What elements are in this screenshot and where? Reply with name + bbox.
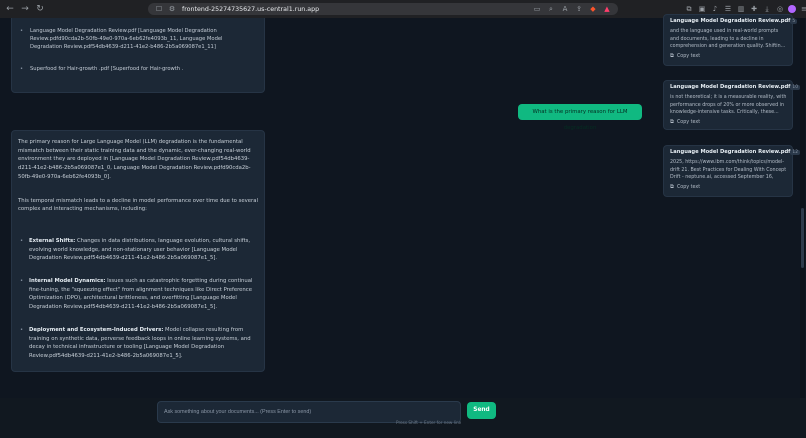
- user-message: What is the primary reason for LLM degra…: [518, 104, 642, 131]
- copy-icon: ⧉: [670, 119, 674, 125]
- back-icon[interactable]: ←: [4, 3, 16, 15]
- copy-text-button[interactable]: ⧉ Copy text: [670, 119, 787, 126]
- bullet-title: Internal Model Dynamics:: [29, 278, 106, 285]
- source-card-snippet: 2025, https://www.ibm.com/think/topics/m…: [670, 160, 787, 181]
- source-card-badge: 5: [790, 18, 798, 24]
- source-card: Language Model Degradation Review.pdf 5 …: [663, 14, 798, 66]
- bookmark-icon[interactable]: ☐: [154, 4, 164, 14]
- answer-paragraph: This temporal mismatch leads to a declin…: [18, 197, 258, 213]
- source-card: Language Model Degradation Review.pdf 10…: [663, 80, 801, 130]
- scrollbar-thumb[interactable]: [801, 208, 804, 268]
- url-text: frontend-25274735627.us-central1.run.app: [182, 5, 320, 13]
- source-card: Language Model Degradation Review.pdf 12…: [663, 145, 801, 197]
- source-card-badge: 10: [790, 84, 801, 90]
- translate-icon[interactable]: A: [560, 4, 570, 14]
- copy-text-label: Copy text: [676, 185, 701, 190]
- brave-shield-icon[interactable]: ◆: [588, 4, 598, 14]
- answer-bullet-list: External Shifts: Changes in data distrib…: [18, 237, 258, 361]
- send-button[interactable]: Send: [467, 402, 496, 419]
- list-item: Deployment and Ecosystem-Induced Drivers…: [18, 326, 258, 361]
- source-list-item: Superfood for Hair-growth .pdf [Superfoo…: [20, 65, 256, 73]
- source-card-snippet: is not theoretical; it is a measurable r…: [670, 95, 787, 116]
- copy-icon: ⧉: [670, 184, 674, 190]
- source-card-title: Language Model Degradation Review.pdf: [670, 84, 791, 90]
- source-card-title: Language Model Degradation Review.pdf: [670, 18, 791, 24]
- zoom-icon[interactable]: ⌕: [546, 4, 556, 14]
- input-hint: Press Shift + Enter for new line: [396, 420, 462, 425]
- source-card-title: Language Model Degradation Review.pdf: [670, 149, 791, 155]
- source-list-item: Language Model Degradation Review.pdf [L…: [20, 27, 256, 51]
- source-card-snippet: and the language used in real-world prom…: [670, 29, 786, 50]
- share-icon[interactable]: ⇪: [574, 4, 584, 14]
- brave-rewards-icon[interactable]: ▲: [602, 4, 612, 14]
- copy-text-button[interactable]: ⧉ Copy text: [670, 53, 787, 60]
- forward-icon[interactable]: →: [19, 3, 31, 15]
- copy-text-label: Copy text: [676, 54, 701, 59]
- assistant-message: The primary reason for Large Language Mo…: [11, 130, 265, 372]
- scrollbar[interactable]: [800, 18, 805, 398]
- answer-paragraph: The primary reason for Large Language Mo…: [18, 139, 251, 180]
- copy-text-button[interactable]: ⧉ Copy text: [670, 184, 787, 191]
- message-composer: Send Press Shift + Enter for new line: [0, 398, 806, 438]
- copy-text-label: Copy text: [676, 120, 701, 125]
- profile-avatar[interactable]: [788, 5, 796, 13]
- reload-icon[interactable]: ↻: [34, 3, 46, 15]
- bullet-title: External Shifts:: [29, 237, 76, 244]
- list-item: External Shifts: Changes in data distrib…: [18, 237, 258, 263]
- list-item: Internal Model Dynamics: Issues such as …: [18, 277, 258, 312]
- bullet-title: Deployment and Ecosystem-Induced Drivers…: [29, 326, 164, 333]
- chat-messages: Language Model Degradation Review.pdf [L…: [0, 18, 655, 398]
- sources-panel: Language Model Degradation Review.pdf 5 …: [663, 14, 801, 398]
- site-info-icon[interactable]: ⚙: [167, 4, 177, 14]
- assistant-message-sources: Language Model Degradation Review.pdf [L…: [11, 18, 265, 93]
- source-card-badge: 12: [790, 149, 801, 155]
- copy-icon: ⧉: [670, 53, 674, 59]
- cast-icon[interactable]: ▭: [532, 4, 542, 14]
- address-bar-actions: ▭ ⌕ A ⇪ ◆ ▲: [532, 4, 612, 14]
- menu-icon[interactable]: ≡: [799, 3, 806, 15]
- address-bar[interactable]: ☐ ⚙ frontend-25274735627.us-central1.run…: [148, 3, 618, 15]
